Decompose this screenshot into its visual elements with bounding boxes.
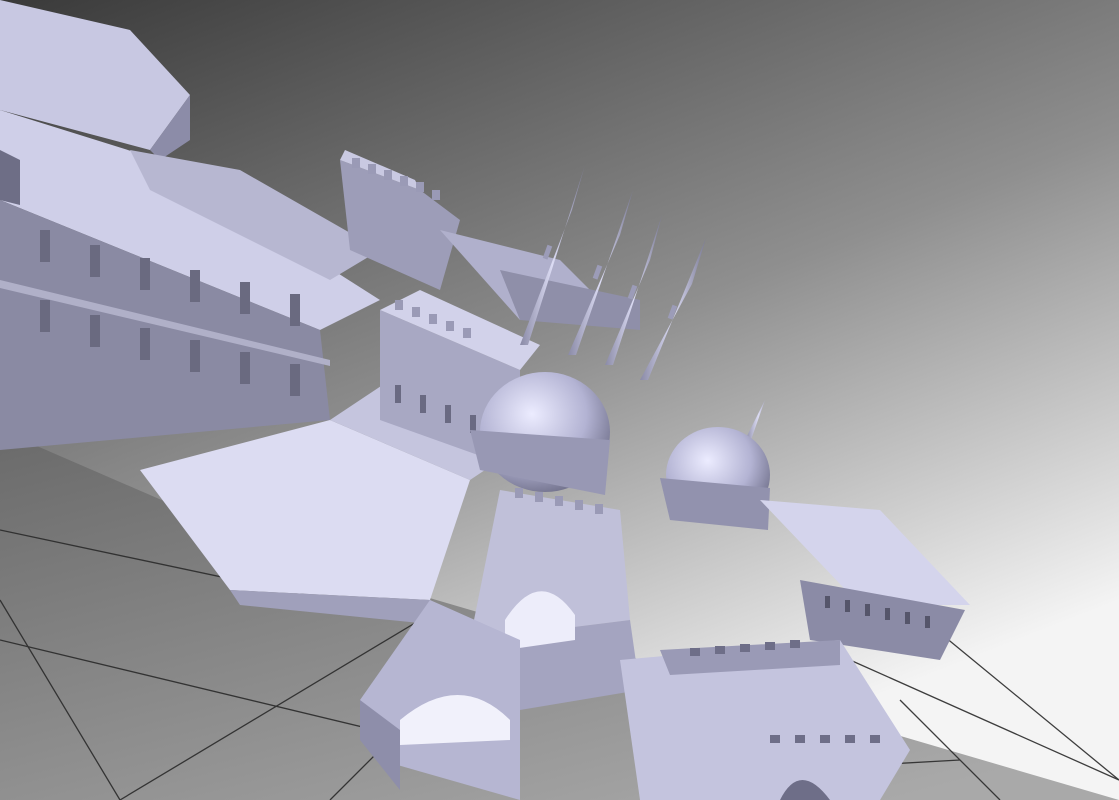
3d-scene-render — [0, 0, 1119, 800]
3d-viewport[interactable] — [0, 0, 1119, 800]
